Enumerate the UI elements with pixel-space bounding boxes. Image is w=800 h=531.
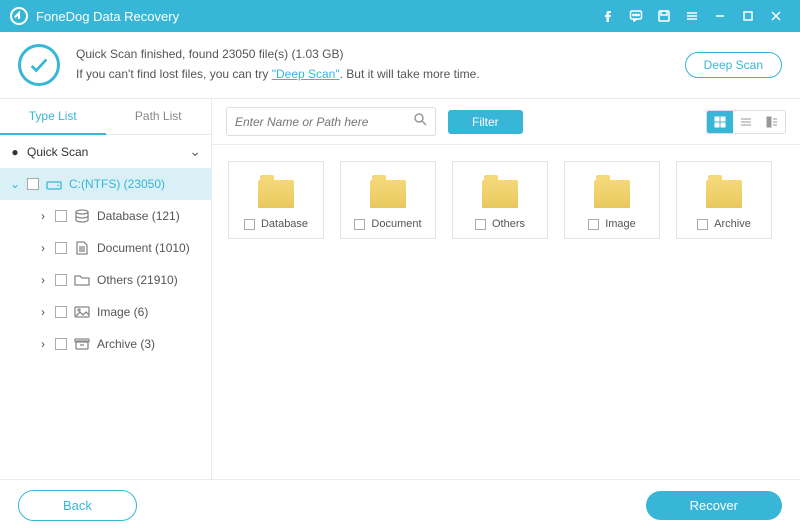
share-facebook-icon[interactable] <box>594 2 622 30</box>
folder-icon <box>706 180 742 208</box>
toolbar: Filter <box>212 99 800 145</box>
chevron-right-icon[interactable]: › <box>38 241 48 255</box>
tree-item-document[interactable]: › Document (1010) <box>0 232 211 264</box>
chevron-right-icon[interactable]: › <box>38 305 48 319</box>
grid-label: Image <box>605 218 636 230</box>
database-icon <box>74 208 90 224</box>
chevron-right-icon[interactable]: › <box>38 337 48 351</box>
checkbox[interactable] <box>697 219 708 230</box>
deep-scan-link[interactable]: "Deep Scan" <box>272 67 340 81</box>
grid-item[interactable]: Archive <box>676 161 772 239</box>
checkbox[interactable] <box>244 219 255 230</box>
close-button[interactable] <box>762 2 790 30</box>
tab-path-list[interactable]: Path List <box>106 99 212 135</box>
chevron-right-icon[interactable]: › <box>38 209 48 223</box>
minimize-button[interactable] <box>706 2 734 30</box>
scan-hint-prefix: If you can't find lost files, you can tr… <box>76 67 272 81</box>
check-icon <box>18 44 60 86</box>
search-icon[interactable] <box>413 112 427 131</box>
scan-summary: Quick Scan finished, found 23050 file(s)… <box>76 44 685 64</box>
chevron-down-icon[interactable]: ⌄ <box>10 177 20 191</box>
app-title: FoneDog Data Recovery <box>36 9 179 24</box>
tree-item-image[interactable]: › Image (6) <box>0 296 211 328</box>
deep-scan-button[interactable]: Deep Scan <box>685 52 782 78</box>
recover-button[interactable]: Recover <box>646 491 782 520</box>
checkbox[interactable] <box>55 242 67 254</box>
folder-icon <box>482 180 518 208</box>
menu-icon[interactable] <box>678 2 706 30</box>
tree-root-quick-scan[interactable]: ● Quick Scan ⌄ <box>0 135 211 168</box>
folder-grid: Database Document Others Image Archive <box>212 145 800 479</box>
checkbox[interactable] <box>588 219 599 230</box>
maximize-button[interactable] <box>734 2 762 30</box>
grid-item[interactable]: Image <box>564 161 660 239</box>
checkbox[interactable] <box>354 219 365 230</box>
checkbox[interactable] <box>475 219 486 230</box>
tab-type-list[interactable]: Type List <box>0 99 106 135</box>
footer: Back Recover <box>0 479 800 531</box>
search-box[interactable] <box>226 107 436 136</box>
folder-icon <box>594 180 630 208</box>
grid-label: Document <box>371 218 421 230</box>
view-detail-button[interactable] <box>759 111 785 133</box>
filter-button[interactable]: Filter <box>448 110 523 134</box>
scan-hint-suffix: . But it will take more time. <box>340 67 480 81</box>
archive-icon <box>74 336 90 352</box>
checkbox[interactable] <box>55 210 67 222</box>
grid-item[interactable]: Others <box>452 161 548 239</box>
tree-item-others[interactable]: › Others (21910) <box>0 264 211 296</box>
grid-item[interactable]: Database <box>228 161 324 239</box>
view-grid-button[interactable] <box>707 111 733 133</box>
view-list-button[interactable] <box>733 111 759 133</box>
checkbox[interactable] <box>55 338 67 350</box>
checkbox[interactable] <box>55 306 67 318</box>
titlebar: FoneDog Data Recovery <box>0 0 800 32</box>
scan-banner: Quick Scan finished, found 23050 file(s)… <box>0 32 800 99</box>
tree-drive[interactable]: ⌄ C:(NTFS) (23050) <box>0 168 211 200</box>
search-input[interactable] <box>235 115 413 129</box>
back-button[interactable]: Back <box>18 490 137 521</box>
feedback-icon[interactable] <box>622 2 650 30</box>
checkbox[interactable] <box>55 274 67 286</box>
checkbox[interactable] <box>27 178 39 190</box>
sidebar: Type List Path List ● Quick Scan ⌄ ⌄ C:(… <box>0 99 212 479</box>
grid-label: Database <box>261 218 308 230</box>
document-icon <box>74 240 90 256</box>
chevron-right-icon[interactable]: › <box>38 273 48 287</box>
folder-icon <box>258 180 294 208</box>
view-toggle <box>706 110 786 134</box>
save-icon[interactable] <box>650 2 678 30</box>
grid-item[interactable]: Document <box>340 161 436 239</box>
folder-icon <box>74 272 90 288</box>
image-icon <box>74 304 90 320</box>
chevron-down-icon[interactable]: ⌄ <box>189 143 201 160</box>
tree-item-database[interactable]: › Database (121) <box>0 200 211 232</box>
grid-label: Others <box>492 218 525 230</box>
folder-icon <box>370 180 406 208</box>
app-logo-icon <box>10 7 28 25</box>
grid-label: Archive <box>714 218 751 230</box>
tree-item-archive[interactable]: › Archive (3) <box>0 328 211 360</box>
drive-icon <box>46 176 62 192</box>
bullet-icon: ● <box>10 145 20 159</box>
